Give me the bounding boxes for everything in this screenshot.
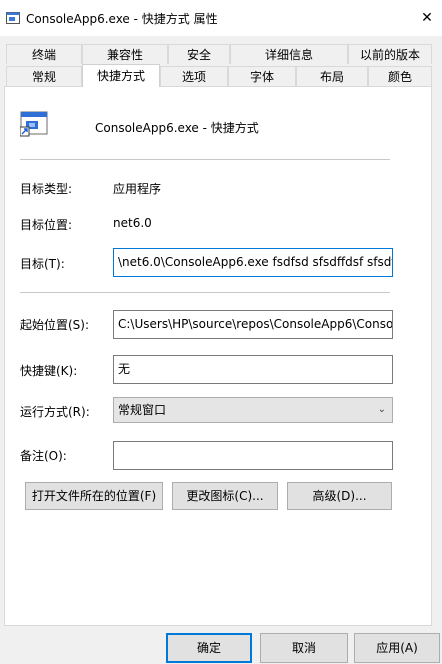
tab-options[interactable]: 选项 <box>160 66 228 86</box>
tab-layout[interactable]: 布局 <box>296 66 368 86</box>
target-location-value: net6.0 <box>113 216 152 230</box>
run-label: 运行方式(R): <box>20 405 90 419</box>
tab-security[interactable]: 安全 <box>168 44 230 64</box>
hotkey-input[interactable]: 无 <box>113 355 393 384</box>
tab-font[interactable]: 字体 <box>228 66 296 86</box>
target-type-label: 目标类型: <box>20 182 73 196</box>
title-bar: ConsoleApp6.exe - 快捷方式 属性 ✕ <box>0 0 442 36</box>
tab-terminal[interactable]: 终端 <box>6 44 82 64</box>
close-icon: ✕ <box>421 10 433 26</box>
apply-button[interactable]: 应用(A) <box>354 633 440 663</box>
target-type-value: 应用程序 <box>113 182 162 196</box>
tab-compatibility[interactable]: 兼容性 <box>82 44 168 64</box>
tab-colors[interactable]: 颜色 <box>368 66 432 86</box>
separator <box>20 159 390 160</box>
window-title: ConsoleApp6.exe - 快捷方式 属性 <box>26 12 218 26</box>
target-location-label: 目标位置: <box>20 218 73 232</box>
tab-previous-versions[interactable]: 以前的版本 <box>348 44 432 64</box>
hotkey-label: 快捷键(K): <box>20 364 78 378</box>
run-select[interactable]: 常规窗口 ⌄ <box>113 397 393 423</box>
target-label: 目标(T): <box>20 257 65 271</box>
cancel-button[interactable]: 取消 <box>260 633 348 663</box>
comment-input[interactable] <box>113 441 393 470</box>
tab-details[interactable]: 详细信息 <box>230 44 348 64</box>
console-app-icon <box>20 111 48 137</box>
shortcut-app-icon <box>6 12 20 24</box>
target-input[interactable]: \net6.0\ConsoleApp6.exe fsdfsd sfsdffdsf… <box>113 248 393 277</box>
tab-general[interactable]: 常规 <box>6 66 82 86</box>
separator <box>20 292 390 293</box>
close-button[interactable]: ✕ <box>412 0 442 36</box>
tab-shortcut[interactable]: 快捷方式 <box>82 64 160 87</box>
shortcut-name: ConsoleApp6.exe - 快捷方式 <box>95 121 259 135</box>
start-in-input[interactable]: C:\Users\HP\source\repos\ConsoleApp6\Con… <box>113 310 393 339</box>
chevron-down-icon: ⌄ <box>377 404 386 415</box>
start-in-label: 起始位置(S): <box>20 318 90 332</box>
run-select-value: 常规窗口 <box>118 403 167 417</box>
advanced-button[interactable]: 高级(D)... <box>287 482 392 510</box>
change-icon-button[interactable]: 更改图标(C)... <box>172 482 278 510</box>
comment-label: 备注(O): <box>20 449 67 463</box>
ok-button[interactable]: 确定 <box>166 633 252 663</box>
open-file-location-button[interactable]: 打开文件所在的位置(F) <box>25 482 163 510</box>
